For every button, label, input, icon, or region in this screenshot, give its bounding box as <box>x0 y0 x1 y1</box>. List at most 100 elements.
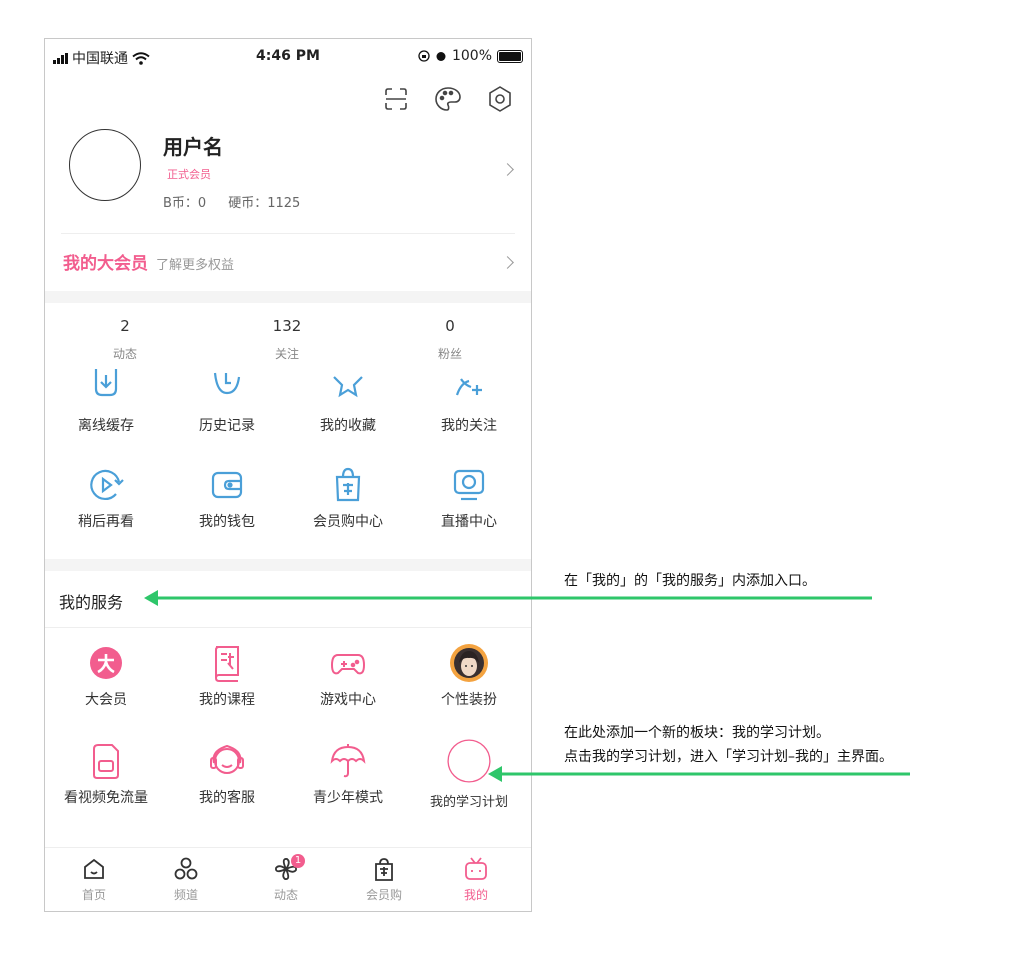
divider <box>45 627 531 628</box>
live-tv-icon <box>453 469 485 501</box>
tab-label: 频道 <box>173 888 198 902</box>
star-icon <box>333 376 363 398</box>
status-right: 100% <box>418 48 523 64</box>
stat-dynamics[interactable]: 2 动态 <box>65 317 185 362</box>
tab-label: 会员购 <box>365 888 402 902</box>
tab-label: 动态 <box>273 888 298 902</box>
stats-row: 2 动态 132 关注 0 粉丝 <box>45 317 531 367</box>
username[interactable]: 用户名 <box>163 131 223 160</box>
header-actions <box>381 84 515 114</box>
stat-label: 关注 <box>274 347 299 361</box>
tab-vip-mall[interactable]: 会员购 <box>339 856 429 903</box>
status-bar: 中国联通 4:46 PM 100% <box>45 39 531 75</box>
shortcut-history[interactable]: 历史记录 <box>166 369 288 449</box>
history-icon <box>213 372 241 395</box>
shortcut-label: 我的收藏 <box>320 418 376 434</box>
service-label: 我的课程 <box>199 692 255 708</box>
section-gap <box>45 559 531 571</box>
shortcut-label: 直播中心 <box>441 514 497 530</box>
vip-banner[interactable]: 我的大会员 了解更多权益 <box>63 249 234 274</box>
service-label: 我的学习计划 <box>429 795 508 810</box>
shortcut-label: 我的关注 <box>441 418 497 434</box>
tv-mine-icon <box>465 857 487 880</box>
settings-icon[interactable] <box>485 84 515 114</box>
service-course[interactable]: 我的课程 <box>166 643 288 723</box>
service-vip[interactable]: 大会员 <box>45 643 167 723</box>
shortcut-label: 历史记录 <box>199 418 255 434</box>
course-book-icon <box>215 646 239 682</box>
home-icon <box>84 858 104 879</box>
service-label: 个性装扮 <box>441 692 497 708</box>
service-label: 我的客服 <box>199 790 255 806</box>
add-follow-icon <box>455 378 482 396</box>
annotation-note-2-line1: 在此处添加一个新的板块：我的学习计划。 <box>564 725 830 741</box>
hard-coin: 硬币：1125 <box>228 196 301 211</box>
notification-badge: 1 <box>291 854 305 868</box>
service-label: 游戏中心 <box>320 692 376 708</box>
section-gap <box>45 291 531 303</box>
shop-bag-icon <box>375 858 393 881</box>
shopping-bag-icon <box>335 467 361 502</box>
b-coin: B币：0 <box>163 196 207 211</box>
service-free-data[interactable]: 看视频免流量 <box>45 741 167 821</box>
stat-following[interactable]: 132 关注 <box>227 317 347 362</box>
profile-chevron-icon[interactable] <box>501 163 514 176</box>
download-icon <box>94 369 118 397</box>
tab-label: 首页 <box>81 888 106 902</box>
shortcut-watch-later[interactable]: 稍后再看 <box>45 465 167 545</box>
stat-value: 2 <box>120 317 130 335</box>
channel-icon <box>174 857 198 880</box>
shortcut-favorites[interactable]: 我的收藏 <box>287 369 409 449</box>
service-label: 大会员 <box>85 692 127 708</box>
tab-channel[interactable]: 频道 <box>141 856 231 903</box>
vip-icon <box>90 647 122 679</box>
annotation-arrow-1 <box>144 590 872 606</box>
service-game-center[interactable]: 游戏中心 <box>287 643 409 723</box>
shortcut-label: 我的钱包 <box>199 514 255 530</box>
umbrella-icon <box>330 744 366 778</box>
tab-label: 我的 <box>463 888 488 902</box>
tab-mine[interactable]: 我的 <box>431 856 521 903</box>
shortcut-wallet[interactable]: 我的钱包 <box>166 465 288 545</box>
vip-chevron-icon[interactable] <box>501 256 514 269</box>
bottom-tab-bar: 首页 频道 1 动态 会员购 我的 <box>45 847 531 911</box>
service-teen-mode[interactable]: 青少年模式 <box>287 741 409 821</box>
services-title: 我的服务 <box>59 593 124 612</box>
stat-label: 动态 <box>112 347 137 361</box>
alarm-icon <box>436 52 446 61</box>
service-label: 青少年模式 <box>313 790 383 806</box>
annotation-note-2-line2: 点击我的学习计划，进入「学习计划–我的」主界面。 <box>564 749 893 765</box>
service-customer-support[interactable]: 我的客服 <box>166 741 288 821</box>
service-label: 看视频免流量 <box>64 790 148 806</box>
tab-home[interactable]: 首页 <box>49 856 139 903</box>
gamepad-icon <box>330 654 366 675</box>
scan-icon[interactable] <box>381 84 411 114</box>
stat-value: 132 <box>272 317 302 335</box>
shortcut-label: 稍后再看 <box>78 514 134 530</box>
member-badge: 正式会员 <box>167 168 211 181</box>
avatar-theme-icon <box>450 644 488 682</box>
service-decoration[interactable]: 个性装扮 <box>408 643 530 723</box>
stat-fans[interactable]: 0 粉丝 <box>390 317 510 362</box>
lock-rotation-icon <box>418 50 430 62</box>
watch-later-icon <box>90 469 124 501</box>
palette-icon[interactable] <box>433 84 463 114</box>
shortcut-label: 离线缓存 <box>78 418 134 434</box>
sim-card-icon <box>93 744 119 779</box>
annotation-note-1: 在「我的」的「我的服务」内添加入口。 <box>564 573 816 589</box>
stat-label: 粉丝 <box>437 347 462 361</box>
shortcut-offline-cache[interactable]: 离线缓存 <box>45 369 167 449</box>
shortcut-vip-mall[interactable]: 会员购中心 <box>287 465 409 545</box>
avatar[interactable] <box>69 129 141 201</box>
shortcut-label: 会员购中心 <box>313 514 383 530</box>
stat-value: 0 <box>445 317 455 335</box>
battery-icon <box>497 49 523 63</box>
annotation-arrow-2 <box>488 766 910 782</box>
divider <box>61 233 515 234</box>
coin-balance: B币：0 硬币：1125 <box>163 192 300 211</box>
headset-icon <box>210 744 244 774</box>
shortcut-following[interactable]: 我的关注 <box>408 369 530 449</box>
vip-banner-subtitle: 了解更多权益 <box>156 258 235 273</box>
tab-dynamics[interactable]: 1 动态 <box>241 854 331 903</box>
shortcut-live-center[interactable]: 直播中心 <box>408 465 530 545</box>
